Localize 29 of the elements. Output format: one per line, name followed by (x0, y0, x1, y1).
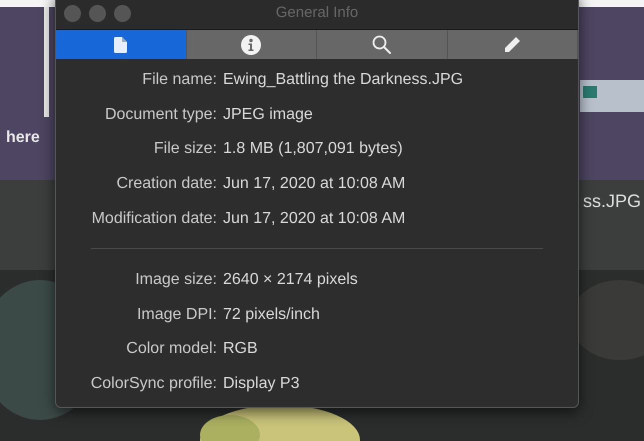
document-icon (114, 36, 128, 52)
field-value: 2640 × 2174 pixels (223, 270, 358, 290)
field-label: Image size: (134, 270, 217, 290)
field-value: 1.8 MB (1,807,091 bytes) (223, 139, 403, 160)
field-label: File size: (152, 139, 217, 160)
field-value: Ewing_Battling the Darkness.JPG (223, 70, 464, 90)
field-value: Jun 17, 2020 at 10:08 AM (223, 208, 406, 229)
close-button[interactable] (64, 5, 81, 22)
pencil-icon (503, 36, 522, 54)
minimize-button[interactable] (89, 5, 106, 22)
field-label: Modification date: (90, 208, 217, 229)
file-name-text: ss.JPG (583, 190, 642, 213)
caption-text: here (6, 128, 40, 148)
info-icon (241, 34, 262, 54)
field-label: Image DPI: (136, 304, 217, 325)
search-icon (372, 35, 392, 54)
field-label: Document type: (104, 104, 217, 125)
field-value: Display P3 (223, 374, 300, 394)
field-label: File name: (141, 70, 217, 90)
field-label: Creation date: (115, 174, 217, 194)
field-label: ColorSync profile: (90, 374, 217, 394)
zoom-button[interactable] (114, 5, 131, 22)
field-value: JPEG image (223, 104, 313, 125)
field-value: RGB (223, 339, 258, 360)
tab[interactable] (56, 30, 186, 59)
window-title: General Info (276, 2, 358, 23)
field-label: Color model: (125, 339, 217, 360)
field-value: Jun 17, 2020 at 10:08 AM (223, 174, 406, 194)
field-value: 72 pixels/inch (223, 304, 320, 325)
